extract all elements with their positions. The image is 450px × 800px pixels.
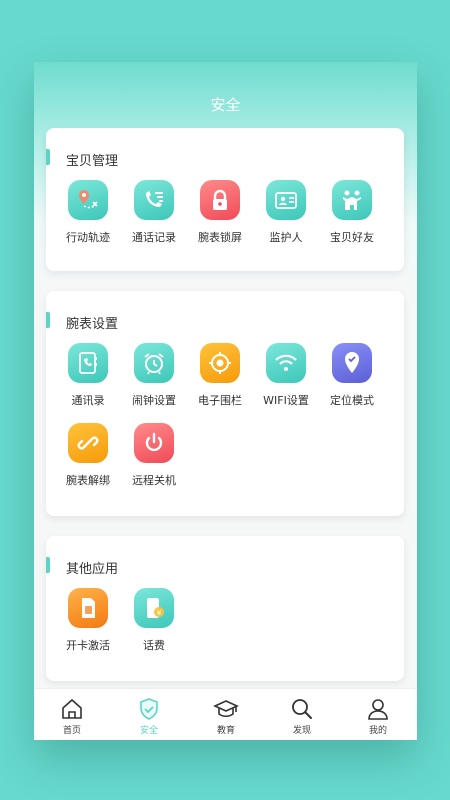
other-apps-card: 其他应用 开卡激活 ¥ 话费 [46,536,404,681]
bottom-tab-bar: 首页 安全 教育 发现 我的 [34,688,417,740]
tab-label: 首页 [62,726,81,736]
item-label: 电子围栏 [198,394,242,407]
baby-management-card: 宝贝管理 行动轨迹 通话记录 腕表锁屏 监护人 宝贝好友 [46,128,404,271]
item-label: 定位模式 [330,394,374,407]
section-accent-bar [46,312,50,328]
item-label: 腕表解绑 [66,474,110,487]
item-label: 宝贝好友 [330,231,374,244]
page-title: 安全 [210,96,241,114]
home-icon [62,698,82,719]
guardian-item[interactable]: 监护人 [254,180,318,245]
id-card-icon [266,180,306,220]
power-icon [134,423,174,463]
section-title: 腕表设置 [66,317,119,332]
item-label: WIFI设置 [263,394,309,407]
section-title: 宝贝管理 [66,154,119,169]
baby-friends-item[interactable]: 宝贝好友 [320,180,384,245]
section-accent-bar [46,149,50,165]
watch-lock-item[interactable]: 腕表锁屏 [188,180,252,245]
graduation-cap-icon [213,700,239,718]
item-label: 通话记录 [132,231,176,244]
item-label: 监护人 [269,231,303,244]
unlink-icon [68,423,108,463]
contacts-book-icon [68,343,108,383]
item-label: 远程关机 [132,474,176,487]
remote-shutdown-item[interactable]: 远程关机 [122,423,186,488]
tab-mine[interactable]: 我的 [348,696,408,736]
user-icon [368,699,388,720]
phone-bill-item[interactable]: ¥ 话费 [122,588,186,653]
alarm-settings-item[interactable]: 闹钟设置 [122,343,186,408]
item-label: 腕表锁屏 [198,231,242,244]
section-title: 其他应用 [66,562,119,577]
tab-home[interactable]: 首页 [42,696,102,736]
phone-bill-icon: ¥ [134,588,174,628]
wifi-icon [266,343,306,383]
card-activation-item[interactable]: 开卡激活 [56,588,120,653]
lock-icon [200,180,240,220]
wifi-settings-item[interactable]: WIFI设置 [254,343,318,408]
unbind-watch-item[interactable]: 腕表解绑 [56,423,120,488]
friends-icon [332,180,372,220]
section-accent-bar [46,557,50,573]
tab-label: 发现 [292,726,311,736]
location-mode-icon [332,343,372,383]
item-label: 开卡激活 [66,639,110,652]
shield-check-icon [140,698,158,720]
watch-settings-card: 腕表设置 通讯录 闹钟设置 电子围栏 WIFI设置 定位模式 腕表解绑 远程关机 [46,291,404,516]
tab-label: 教育 [216,726,235,736]
geofence-icon [200,343,240,383]
geofence-item[interactable]: 电子围栏 [188,343,252,408]
svg-text:¥: ¥ [157,609,162,617]
app-screen: 安全 宝贝管理 行动轨迹 通话记录 腕表锁屏 监护人 宝贝好友 腕表设置 通讯录… [34,62,417,740]
item-label: 闹钟设置 [132,394,176,407]
contacts-item[interactable]: 通讯录 [56,343,120,408]
route-pin-icon [68,180,108,220]
tab-discover[interactable]: 发现 [272,696,332,736]
item-label: 通讯录 [71,394,105,407]
item-label: 行动轨迹 [66,231,110,244]
tab-label: 安全 [139,726,158,736]
tab-security[interactable]: 安全 [119,696,179,736]
track-route-item[interactable]: 行动轨迹 [56,180,120,245]
location-mode-item[interactable]: 定位模式 [320,343,384,408]
tab-education[interactable]: 教育 [196,696,256,736]
sim-card-icon [68,588,108,628]
tab-label: 我的 [368,726,387,736]
item-label: 话费 [143,639,165,652]
search-icon [292,699,312,719]
phone-list-icon [134,180,174,220]
alarm-clock-icon [134,343,174,383]
call-log-item[interactable]: 通话记录 [122,180,186,245]
